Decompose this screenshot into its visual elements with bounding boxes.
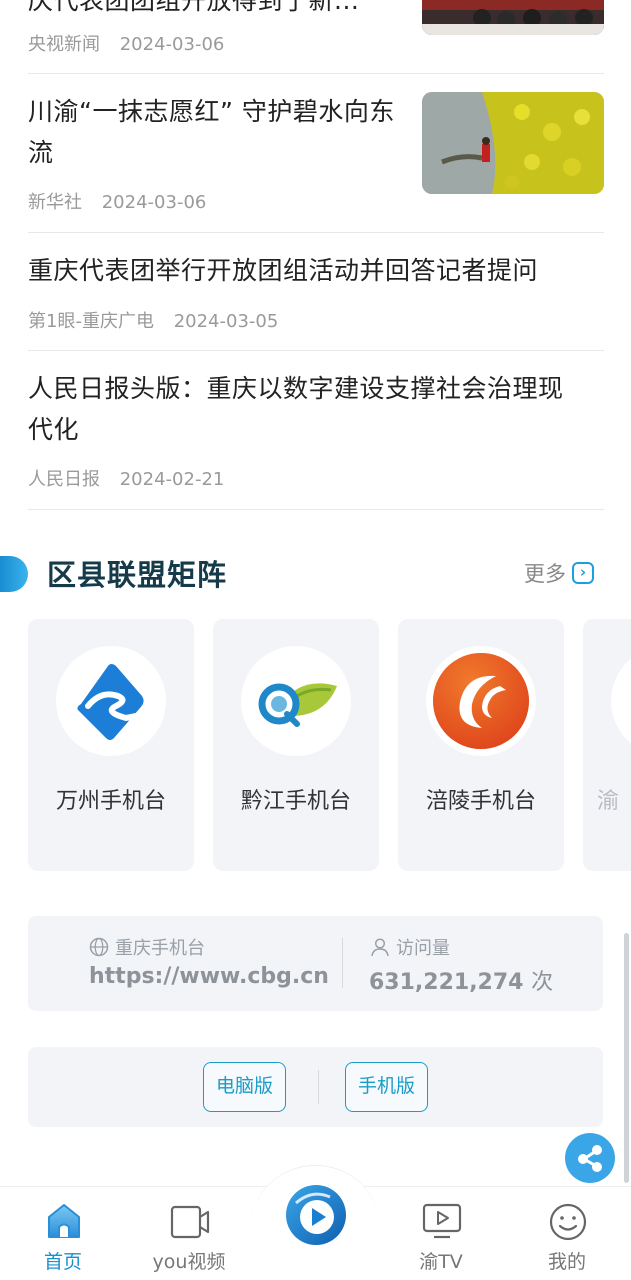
- version-switch: 电脑版 手机版: [28, 1047, 603, 1127]
- tab-you-video[interactable]: you视频: [134, 1187, 244, 1280]
- news-source: 央视新闻: [28, 34, 100, 55]
- district-card-label: 黔江手机台: [240, 789, 351, 814]
- user-icon: [371, 938, 389, 957]
- visits-label-text: 访问量: [396, 938, 450, 959]
- tab-home[interactable]: 首页: [8, 1187, 118, 1280]
- news-meta: 央视新闻 2024-03-06: [28, 30, 224, 56]
- news-date: 2024-03-06: [119, 34, 225, 55]
- news-date: 2024-03-06: [101, 192, 207, 213]
- video-icon: [170, 1205, 210, 1239]
- tab-yu-tv[interactable]: 渝TV: [386, 1187, 496, 1280]
- yu-logo-icon: [611, 646, 631, 756]
- news-item[interactable]: 庆代表团团组开放得到了新... 央视新闻 2024-03-06: [28, 0, 604, 74]
- section-title: 区县联盟矩阵: [47, 558, 228, 592]
- news-title: 庆代表团团组开放得到了新...: [28, 0, 360, 15]
- visits-label: 访问量: [370, 934, 450, 960]
- news-item[interactable]: 重庆代表团举行开放团组活动并回答记者提问 第1眼-重庆广电 2024-03-05: [28, 233, 604, 351]
- more-label: 更多: [524, 562, 566, 586]
- chevron-right-icon: ›: [572, 562, 594, 584]
- site-label: 重庆手机台: [89, 934, 205, 960]
- version-divider: [318, 1070, 319, 1104]
- news-meta: 第1眼-重庆广电 2024-03-05: [28, 307, 278, 333]
- tab-label: 我的: [547, 1251, 586, 1273]
- tab-label: 渝TV: [419, 1251, 463, 1273]
- district-card[interactable]: 万州手机台: [28, 619, 194, 871]
- site-info-box: 重庆手机台 https://www.cbg.cn 访问量 631,221,274…: [28, 916, 603, 1011]
- visits-count: 631,221,274 次: [369, 964, 553, 996]
- center-play-button[interactable]: [284, 1183, 348, 1247]
- share-button[interactable]: [565, 1133, 615, 1183]
- news-source: 新华社: [28, 192, 82, 213]
- news-meta: 人民日报 2024-02-21: [28, 465, 224, 491]
- news-title: 重庆代表团举行开放团组活动并回答记者提问: [28, 256, 539, 285]
- district-card-label: 渝: [596, 789, 619, 814]
- visits-unit: 次: [531, 970, 554, 995]
- scrollbar[interactable]: [624, 933, 629, 1183]
- share-icon: [578, 1145, 602, 1172]
- tab-label: you视频: [152, 1251, 226, 1273]
- news-title: 人民日报头版：重庆以数字建设支撑社会治理现代化: [28, 374, 564, 444]
- home-icon: [48, 1204, 80, 1238]
- more-link[interactable]: 更多 ›: [524, 558, 594, 588]
- info-divider: [342, 938, 343, 988]
- profile-icon: [549, 1203, 587, 1241]
- news-date: 2024-02-21: [119, 469, 225, 490]
- district-card[interactable]: 涪陵手机台: [398, 619, 564, 871]
- district-card-label: 万州手机台: [55, 789, 166, 814]
- tab-mine[interactable]: 我的: [512, 1187, 622, 1280]
- news-item[interactable]: 人民日报头版：重庆以数字建设支撑社会治理现代化 人民日报 2024-02-21: [28, 351, 604, 510]
- fuling-logo-icon: [426, 646, 536, 756]
- news-item[interactable]: 川渝“一抹志愿红” 守护碧水向东流 新华社 2024-03-06: [28, 74, 604, 233]
- qianjiang-logo-icon: [241, 646, 351, 756]
- visits-number: 631,221,274: [369, 970, 524, 995]
- news-date: 2024-03-05: [173, 311, 279, 332]
- section-accent-bar: [0, 556, 28, 592]
- bottom-tab-bar: 首页 you视频 渝TV 我的: [0, 1165, 631, 1280]
- district-card[interactable]: 黔江手机台: [213, 619, 379, 871]
- site-url[interactable]: https://www.cbg.cn: [89, 964, 329, 989]
- play-logo-icon: [286, 1185, 346, 1245]
- wanzhou-logo-icon: [56, 646, 166, 756]
- news-source: 人民日报: [28, 469, 100, 490]
- globe-icon: [89, 937, 109, 957]
- tab-label: 首页: [43, 1251, 82, 1273]
- pc-version-button[interactable]: 电脑版: [203, 1062, 286, 1112]
- news-title: 川渝“一抹志愿红” 守护碧水向东流: [28, 97, 395, 167]
- district-cards: 万州手机台 黔江手机台 涪陵手机台 渝: [28, 619, 631, 871]
- news-thumbnail: [422, 92, 604, 194]
- site-name: 重庆手机台: [115, 938, 205, 959]
- district-card[interactable]: 渝: [583, 619, 631, 871]
- news-thumbnail: [422, 0, 604, 35]
- mobile-version-button[interactable]: 手机版: [345, 1062, 428, 1112]
- tv-icon: [422, 1203, 462, 1239]
- news-source: 第1眼-重庆广电: [28, 311, 154, 332]
- news-meta: 新华社 2024-03-06: [28, 188, 206, 214]
